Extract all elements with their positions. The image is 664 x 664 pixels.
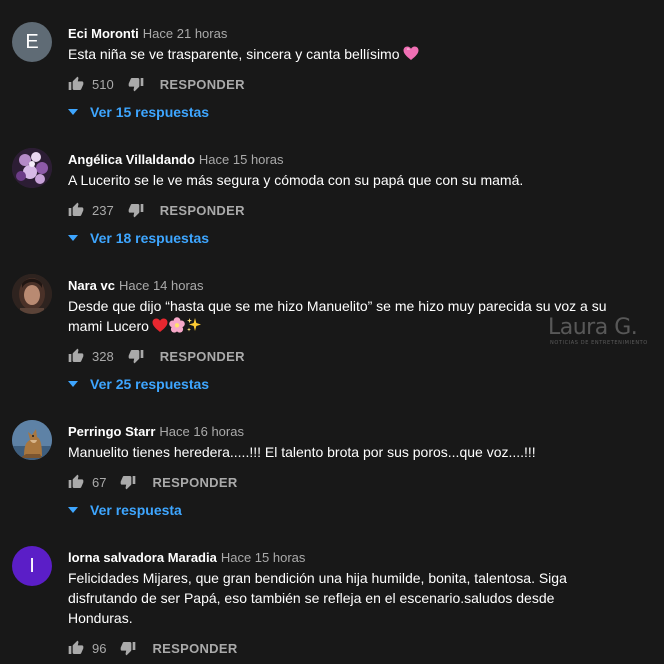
comment-actions: 510 RESPONDER [68,74,245,94]
like-icon[interactable] [68,202,84,218]
blossom-icon [169,317,185,338]
caret-down-icon [68,107,78,117]
comment-text-content: Manuelito tienes heredera.....!!! El tal… [68,444,536,460]
heart-icon [403,46,419,66]
reply-button[interactable]: RESPONDER [160,77,245,92]
comment-header: Nara vc Hace 14 horas [68,278,204,293]
like-count: 96 [92,640,107,656]
caret-down-icon [68,233,78,243]
avatar-letter: I [29,555,35,577]
comment-time[interactable]: Hace 21 horas [143,26,228,41]
view-replies-label: Ver 25 respuestas [90,376,210,392]
comment-actions: 237 RESPONDER [68,200,245,220]
comment-header: Eci Moronti Hace 21 horas [68,26,227,41]
comment-header: lorna salvadora Maradia Hace 15 horas [68,550,305,565]
avatar[interactable]: I [12,546,52,586]
caret-down-icon [68,379,78,389]
like-count: 510 [92,76,114,92]
comment-actions: 328 RESPONDER [68,346,245,366]
avatar[interactable]: E [12,22,52,62]
comment-header: Angélica Villaldando Hace 15 horas [68,152,283,167]
reply-button[interactable]: RESPONDER [160,349,245,364]
comment-text-content: Esta niña se ve trasparente, sincera y c… [68,46,400,62]
comment-text-line: disfrutando de ser Papá, eso también se … [68,590,555,606]
like-count: 67 [92,474,107,490]
comment-text: A Lucerito se le ve más segura y cómoda … [68,170,634,190]
view-replies-button[interactable]: Ver respuesta [68,500,182,520]
like-icon[interactable] [68,474,84,490]
comment-text: Manuelito tienes heredera.....!!! El tal… [68,442,634,462]
reply-button[interactable]: RESPONDER [152,475,237,490]
like-icon[interactable] [68,76,84,92]
like-count: 237 [92,202,114,218]
avatar-letter: E [25,31,39,53]
author-name[interactable]: Eci Moronti [68,26,139,41]
dislike-icon[interactable] [120,474,136,490]
author-name[interactable]: lorna salvadora Maradia [68,550,217,565]
comment-text-content: A Lucerito se le ve más segura y cómoda … [68,172,524,188]
dislike-icon[interactable] [128,76,144,92]
comment-time[interactable]: Hace 16 horas [159,424,244,439]
view-replies-button[interactable]: Ver 15 respuestas [68,102,209,122]
reply-button[interactable]: RESPONDER [160,203,245,218]
view-replies-label: Ver respuesta [90,502,182,518]
dislike-icon[interactable] [128,202,144,218]
comments-section: E Eci Moronti Hace 21 horas Esta niña se … [0,0,664,664]
like-count: 328 [92,348,114,364]
avatar[interactable] [12,148,52,188]
comment-text-line: Honduras. [68,610,133,626]
comment-time[interactable]: Hace 15 horas [221,550,306,565]
author-name[interactable]: Perringo Starr [68,424,155,439]
avatar[interactable] [12,420,52,460]
sparkles-icon [186,317,202,338]
dislike-icon[interactable] [128,348,144,364]
avatar[interactable] [12,274,52,314]
comment-actions: 96 RESPONDER [68,638,238,658]
reply-button[interactable]: RESPONDER [152,641,237,656]
author-name[interactable]: Nara vc [68,278,115,293]
like-icon[interactable] [68,348,84,364]
comment-text: Esta niña se ve trasparente, sincera y c… [68,44,634,66]
like-icon[interactable] [68,640,84,656]
author-name[interactable]: Angélica Villaldando [68,152,195,167]
view-replies-label: Ver 18 respuestas [90,230,210,246]
comment-header: Perringo Starr Hace 16 horas [68,424,244,439]
comment-text: Felicidades Mijares, que gran bendición … [68,568,634,628]
comment-text-content: mami Lucero [68,318,149,334]
comment-time[interactable]: Hace 15 horas [199,152,284,167]
watermark-main: Laura G. [548,315,638,340]
view-replies-button[interactable]: Ver 18 respuestas [68,228,209,248]
comment-text-line: Felicidades Mijares, que gran bendición … [68,570,567,586]
comment-actions: 67 RESPONDER [68,472,238,492]
view-replies-label: Ver 15 respuestas [90,104,210,120]
view-replies-button[interactable]: Ver 25 respuestas [68,374,209,394]
watermark-logo: Laura G. NOTICIAS DE ENTRETENIMIENTO [548,317,660,349]
watermark-subtitle: NOTICIAS DE ENTRETENIMIENTO [550,340,648,346]
red-heart-icon [152,318,168,338]
caret-down-icon [68,505,78,515]
dislike-icon[interactable] [120,640,136,656]
comment-text-line: Desde que dijo “hasta que se me hizo Man… [68,298,607,314]
comment-time[interactable]: Hace 14 horas [119,278,204,293]
